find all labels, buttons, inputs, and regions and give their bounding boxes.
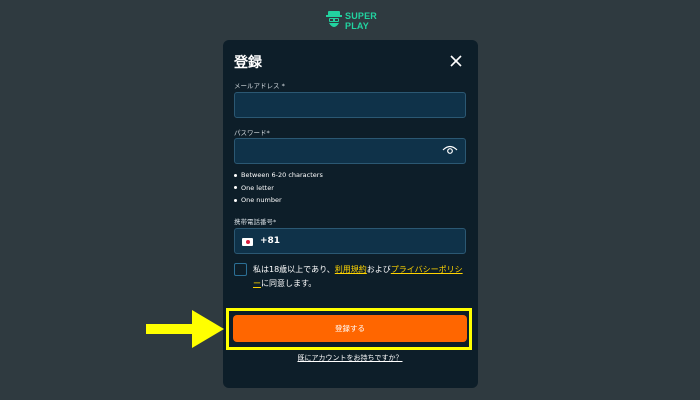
login-link[interactable]: 既にアカウントをお持ちですか？: [298, 354, 403, 362]
email-field[interactable]: [234, 92, 466, 118]
password-rules: Between 6-20 characters One letter One n…: [234, 169, 323, 207]
phone-country-code: +81: [260, 236, 281, 246]
superplay-logo: SUPER PLAY: [326, 8, 378, 34]
age-terms-text: 私は18歳以上であり、利用規約およびプライバシーポリシーに同意します。: [253, 265, 463, 288]
logo-text-line1: SUPER: [345, 11, 378, 21]
password-rule: One letter: [234, 182, 323, 195]
mascot-icon: [326, 11, 342, 27]
logo-text-line2: PLAY: [345, 21, 369, 31]
register-button[interactable]: 登録する: [233, 315, 467, 342]
terms-link[interactable]: 利用規約: [335, 265, 367, 274]
modal-title: 登録: [234, 55, 262, 71]
close-icon[interactable]: [448, 53, 464, 69]
arrow-right-icon: [146, 310, 224, 348]
password-rule: One number: [234, 194, 323, 207]
page: SUPER PLAY 登録 メールアドレス * パスワード* Between 6…: [0, 0, 700, 400]
password-label: パスワード*: [234, 129, 270, 137]
age-terms-checkbox[interactable]: [234, 263, 247, 276]
login-link-container: 既にアカウントをお持ちですか？: [0, 353, 700, 363]
email-label: メールアドレス *: [234, 82, 285, 90]
password-field[interactable]: [234, 138, 466, 164]
japan-flag-icon[interactable]: [242, 238, 253, 246]
eye-icon[interactable]: [442, 144, 458, 156]
password-rule: Between 6-20 characters: [234, 169, 323, 182]
phone-label: 携帯電話番号*: [234, 218, 277, 226]
